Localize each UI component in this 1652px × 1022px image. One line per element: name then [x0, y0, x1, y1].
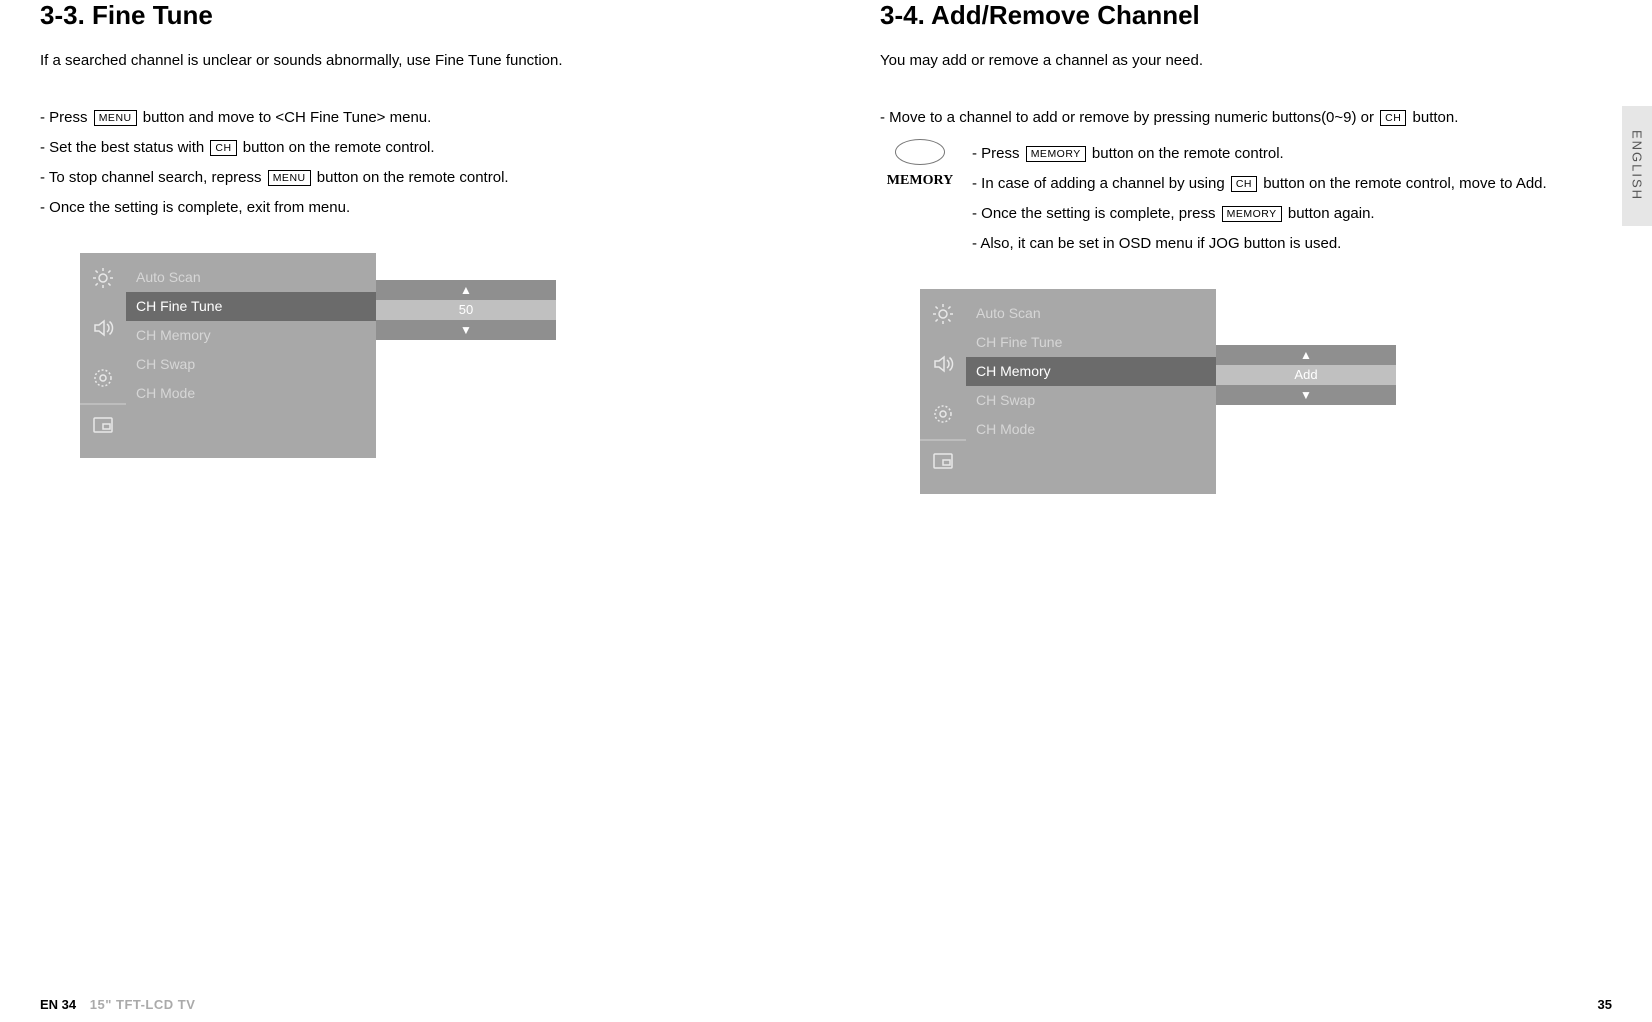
- section-add-remove-channel: 3-4. Add/Remove Channel You may add or r…: [880, 0, 1600, 494]
- arrow-down-icon: ▼: [1216, 385, 1396, 405]
- add-remove-heading: 3-4. Add/Remove Channel: [880, 0, 1600, 31]
- step-text: button on the remote control.: [317, 169, 509, 186]
- step-text: button and move to <CH Fine Tune> menu.: [143, 109, 432, 126]
- add-remove-intro: You may add or remove a channel as your …: [880, 49, 1600, 73]
- memory-button-label: MEMORY: [1222, 206, 1282, 222]
- osd-item-ch-fine-tune: CH Fine Tune: [966, 328, 1216, 357]
- osd-menu-list: Auto Scan CH Fine Tune CH Memory CH Swap…: [966, 289, 1216, 494]
- pip-icon: [920, 439, 966, 481]
- memory-button-icon: [895, 139, 945, 165]
- osd-item-ch-memory: CH Memory: [126, 321, 376, 350]
- step-text: button on the remote control.: [243, 139, 435, 156]
- osd-icon-column: [920, 289, 966, 494]
- step-text: - In case of adding a channel by using: [972, 175, 1229, 192]
- osd-icon-column: [80, 253, 126, 458]
- osd-fine-tune-value: 50: [376, 300, 556, 320]
- osd-fine-tune: Auto Scan CH Fine Tune CH Memory CH Swap…: [80, 253, 580, 458]
- osd-item-ch-fine-tune: CH Fine Tune: [126, 292, 376, 321]
- arrow-down-icon: ▼: [376, 320, 556, 340]
- settings-icon: [80, 353, 126, 403]
- fine-tune-intro: If a searched channel is unclear or soun…: [40, 49, 760, 73]
- language-side-tab: ENGLISH: [1622, 106, 1652, 226]
- osd-item-auto-scan: Auto Scan: [126, 263, 376, 292]
- step-text: - Move to a channel to add or remove by …: [880, 109, 1378, 126]
- osd-item-ch-mode: CH Mode: [966, 415, 1216, 444]
- memory-button-label: MEMORY: [1026, 146, 1086, 162]
- fine-tune-heading: 3-3. Fine Tune: [40, 0, 760, 31]
- step-text: - Press: [40, 109, 92, 126]
- osd-item-auto-scan: Auto Scan: [966, 299, 1216, 328]
- step-text: - Also, it can be set in OSD menu if JOG…: [972, 229, 1600, 259]
- step-text: - Press: [972, 145, 1024, 162]
- osd-item-ch-memory: CH Memory: [966, 357, 1216, 386]
- step-text: button again.: [1288, 205, 1375, 222]
- osd-item-ch-swap: CH Swap: [966, 386, 1216, 415]
- ch-button-label: CH: [1231, 176, 1257, 192]
- menu-button-label: MENU: [268, 170, 311, 186]
- osd-value-spinner: ▲ Add ▼: [1216, 345, 1396, 405]
- pip-icon: [80, 403, 126, 445]
- add-remove-steps: - Move to a channel to add or remove by …: [880, 103, 1600, 259]
- sound-icon: [80, 303, 126, 353]
- step-text: button on the remote control, move to Ad…: [1263, 175, 1547, 192]
- language-side-tab-label: ENGLISH: [1630, 130, 1645, 201]
- sound-icon: [920, 339, 966, 389]
- settings-icon: [920, 389, 966, 439]
- fine-tune-steps: - Press MENU button and move to <CH Fine…: [40, 103, 760, 223]
- osd-value-spinner: ▲ 50 ▼: [376, 280, 556, 340]
- footer-left-title: 15" TFT-LCD TV: [90, 997, 196, 1012]
- arrow-up-icon: ▲: [1216, 345, 1396, 365]
- step-text: - Once the setting is complete, press: [972, 205, 1220, 222]
- osd-item-ch-swap: CH Swap: [126, 350, 376, 379]
- ch-button-label: CH: [210, 140, 236, 156]
- section-fine-tune: 3-3. Fine Tune If a searched channel is …: [40, 0, 760, 494]
- page-footer: EN 34 15" TFT-LCD TV 35: [40, 997, 1612, 1012]
- step-text: button.: [1413, 109, 1459, 126]
- osd-ch-memory: Auto Scan CH Fine Tune CH Memory CH Swap…: [920, 289, 1420, 494]
- step-text: button on the remote control.: [1092, 145, 1284, 162]
- menu-button-label: MENU: [94, 110, 137, 126]
- footer-right-page: 35: [1598, 997, 1612, 1012]
- footer-left-page: EN 34: [40, 997, 76, 1012]
- step-text: - Once the setting is complete, exit fro…: [40, 193, 760, 223]
- ch-button-label: CH: [1380, 110, 1406, 126]
- osd-menu-list: Auto Scan CH Fine Tune CH Memory CH Swap…: [126, 253, 376, 458]
- memory-button-graphic: MEMORY: [880, 139, 960, 259]
- brightness-icon: [920, 289, 966, 339]
- osd-item-ch-mode: CH Mode: [126, 379, 376, 408]
- memory-button-caption: MEMORY: [887, 167, 953, 195]
- arrow-up-icon: ▲: [376, 280, 556, 300]
- brightness-icon: [80, 253, 126, 303]
- osd-ch-memory-value: Add: [1216, 365, 1396, 385]
- step-text: - Set the best status with: [40, 139, 208, 156]
- step-text: - To stop channel search, repress: [40, 169, 266, 186]
